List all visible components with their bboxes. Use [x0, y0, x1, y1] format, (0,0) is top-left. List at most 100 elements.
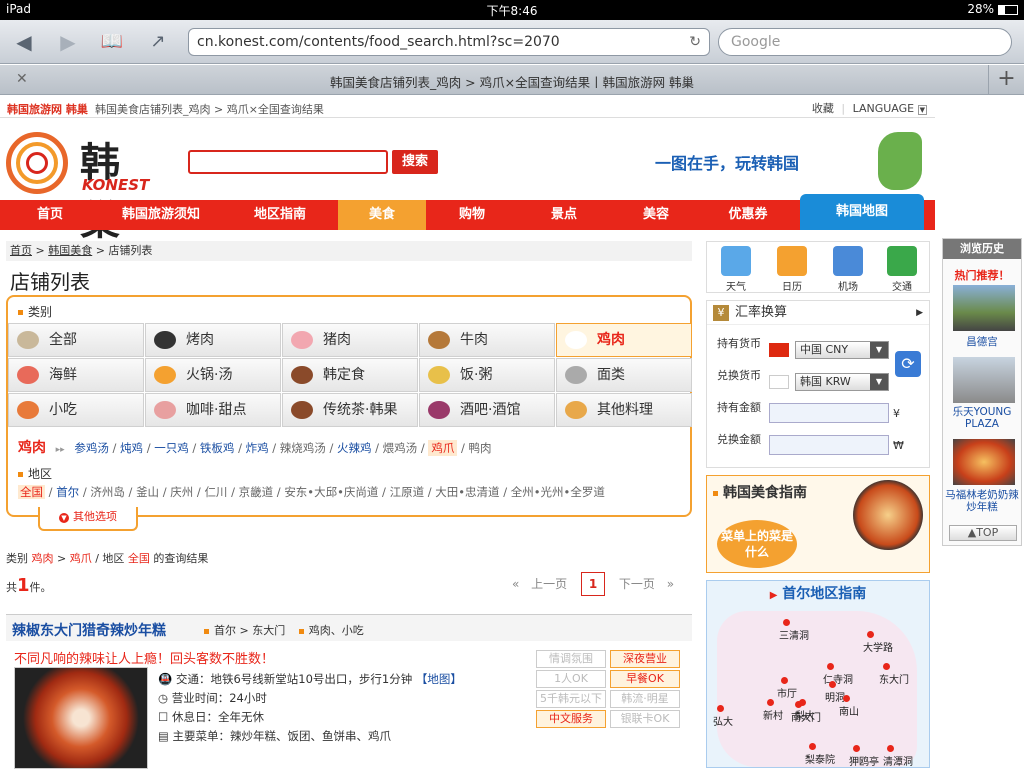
- district-label[interactable]: 市厅: [777, 685, 797, 700]
- region-item[interactable]: 庆州: [170, 485, 193, 499]
- prev-page[interactable]: 上一页: [531, 577, 567, 591]
- district-label[interactable]: 大学路: [863, 639, 893, 654]
- history-thumb[interactable]: [953, 285, 1015, 331]
- subcategory-item[interactable]: 炸鸡: [246, 441, 269, 455]
- map-link[interactable]: 【地图】: [416, 672, 462, 686]
- region-item[interactable]: 仁川: [204, 485, 227, 499]
- nav-coupon[interactable]: 优惠券: [702, 200, 794, 230]
- district-label[interactable]: 南大门: [791, 709, 821, 724]
- next-icon[interactable]: »: [667, 577, 674, 591]
- district-label[interactable]: 梨泰院: [805, 751, 835, 766]
- hold-currency-select[interactable]: 中国 CNY ▼: [795, 341, 889, 359]
- history-item[interactable]: 昌德宫: [943, 336, 1021, 348]
- transit-button[interactable]: 交通: [875, 246, 929, 293]
- category-other-food[interactable]: 其他料理: [556, 393, 692, 427]
- subcategory-item[interactable]: 鸭肉: [469, 441, 492, 455]
- site-brand-link[interactable]: 韩国旅游网 韩巢: [7, 101, 88, 117]
- food-guide-banner[interactable]: 韩国美食指南 菜单上的菜是什么: [706, 475, 930, 573]
- weather-button[interactable]: 天气: [709, 246, 763, 293]
- region-item[interactable]: 济州岛: [90, 485, 125, 499]
- district-label[interactable]: 南山: [839, 703, 859, 718]
- exchange-currency-select[interactable]: 韩国 KRW ▼: [795, 373, 889, 391]
- site-search-button[interactable]: 搜索: [392, 150, 438, 174]
- new-tab-icon[interactable]: +: [988, 65, 1024, 95]
- subcategory-item[interactable]: 一只鸡: [154, 441, 189, 455]
- district-label[interactable]: 仁寺洞: [823, 671, 853, 686]
- category-book[interactable]: 全部: [8, 323, 144, 357]
- region-item[interactable]: 全国: [18, 485, 45, 499]
- category-set-meal[interactable]: 韩定食: [282, 358, 418, 392]
- district-label[interactable]: 东大门: [879, 671, 909, 686]
- category-noodle[interactable]: 面类: [556, 358, 692, 392]
- nav-travel-tips[interactable]: 韩国旅游须知: [100, 200, 222, 230]
- close-tab-icon[interactable]: ✕: [16, 71, 28, 87]
- region-item[interactable]: 首尔: [56, 485, 79, 499]
- category-wine[interactable]: 酒吧·酒馆: [419, 393, 555, 427]
- hold-amount-input[interactable]: [769, 403, 889, 423]
- region-item[interactable]: 安东•大邱•庆尚道: [284, 485, 378, 499]
- result-subcategory[interactable]: 鸡爪: [70, 552, 92, 565]
- nav-sights[interactable]: 景点: [518, 200, 610, 230]
- nav-food[interactable]: 美食: [338, 200, 426, 230]
- category-grill[interactable]: 烤肉: [145, 323, 281, 357]
- category-rice[interactable]: 饭·粥: [419, 358, 555, 392]
- region-item[interactable]: 大田•忠清道: [435, 485, 499, 499]
- result-category[interactable]: 鸡肉: [32, 552, 54, 565]
- page-number[interactable]: 1: [581, 572, 606, 596]
- forward-icon[interactable]: ▶: [54, 30, 82, 54]
- subcategory-item[interactable]: 鸡爪: [428, 440, 458, 456]
- map-banner[interactable]: 一图在手，玩转韩国: [655, 128, 930, 194]
- shop-photo[interactable]: [14, 667, 148, 769]
- category-tea[interactable]: 传统茶·韩果: [282, 393, 418, 427]
- language-select[interactable]: LANGUAGE: [853, 102, 915, 115]
- address-bar[interactable]: cn.konest.com/contents/food_search.html?…: [188, 28, 710, 56]
- history-item[interactable]: 马福林老奶奶辣炒年糕: [943, 489, 1021, 513]
- favorite-link[interactable]: 收藏: [812, 102, 834, 115]
- result-region[interactable]: 全国: [128, 552, 150, 565]
- subcategory-item[interactable]: 辣烧鸡汤: [280, 441, 326, 455]
- region-item[interactable]: 京畿道: [239, 485, 274, 499]
- district-label[interactable]: 清潭洞: [883, 753, 913, 768]
- nav-beauty[interactable]: 美容: [610, 200, 702, 230]
- breadcrumb-home[interactable]: 首页: [10, 244, 32, 257]
- district-label[interactable]: 弘大: [713, 713, 733, 728]
- top-button[interactable]: ▲TOP: [949, 525, 1017, 541]
- nav-home[interactable]: 首页: [0, 200, 100, 230]
- exchange-amount-input[interactable]: [769, 435, 889, 455]
- category-coffee[interactable]: 咖啡·甜点: [145, 393, 281, 427]
- subcategory-item[interactable]: 铁板鸡: [200, 441, 235, 455]
- category-snack[interactable]: 小吃: [8, 393, 144, 427]
- district-label[interactable]: 明洞: [825, 689, 845, 704]
- history-thumb[interactable]: [953, 357, 1015, 403]
- search-input[interactable]: Google: [718, 28, 1012, 56]
- swap-icon[interactable]: ⟳: [895, 351, 921, 377]
- region-item[interactable]: 全州•光州•全罗道: [511, 485, 605, 499]
- airport-button[interactable]: 机场: [821, 246, 875, 293]
- prev-icon[interactable]: «: [512, 577, 519, 591]
- history-item[interactable]: 乐天YOUNG PLAZA: [943, 406, 1021, 430]
- nav-region[interactable]: 地区指南: [222, 200, 338, 230]
- share-icon[interactable]: ↗: [144, 30, 172, 54]
- district-label[interactable]: 新村: [763, 707, 783, 722]
- history-thumb[interactable]: [953, 439, 1015, 485]
- calendar-button[interactable]: 日历: [765, 246, 819, 293]
- subcategory-item[interactable]: 火辣鸡: [337, 441, 372, 455]
- district-label[interactable]: 狎鸥亭: [849, 753, 879, 768]
- breadcrumb-food[interactable]: 韩国美食: [48, 244, 92, 257]
- more-options-button[interactable]: ▼ 其他选项: [38, 507, 138, 531]
- nav-shopping[interactable]: 购物: [426, 200, 518, 230]
- category-cow[interactable]: 牛肉: [419, 323, 555, 357]
- nav-korea-map[interactable]: 韩国地图: [800, 194, 924, 230]
- category-pig[interactable]: 猪肉: [282, 323, 418, 357]
- seoul-guide-map[interactable]: ▶ 首尔地区指南 三清洞 大学路 仁寺洞 东大门 市厅 明洞 南山 弘大 新村 梨大 南大门 梨泰院狎…: [706, 580, 930, 768]
- region-item[interactable]: 江原道: [390, 485, 425, 499]
- subcategory-item[interactable]: 炖鸡: [120, 441, 143, 455]
- next-page[interactable]: 下一页: [619, 577, 655, 591]
- tab-title[interactable]: 韩国美食店铺列表_鸡肉 > 鸡爪×全国查询结果丨韩国旅游网 韩巢: [40, 72, 984, 91]
- region-item[interactable]: 釜山: [136, 485, 159, 499]
- district-label[interactable]: 三清洞: [779, 627, 809, 642]
- subcategory-item[interactable]: 参鸡汤: [74, 441, 109, 455]
- category-hotpot[interactable]: 火锅·汤: [145, 358, 281, 392]
- reload-icon[interactable]: ↻: [689, 29, 701, 55]
- category-crab[interactable]: 海鲜: [8, 358, 144, 392]
